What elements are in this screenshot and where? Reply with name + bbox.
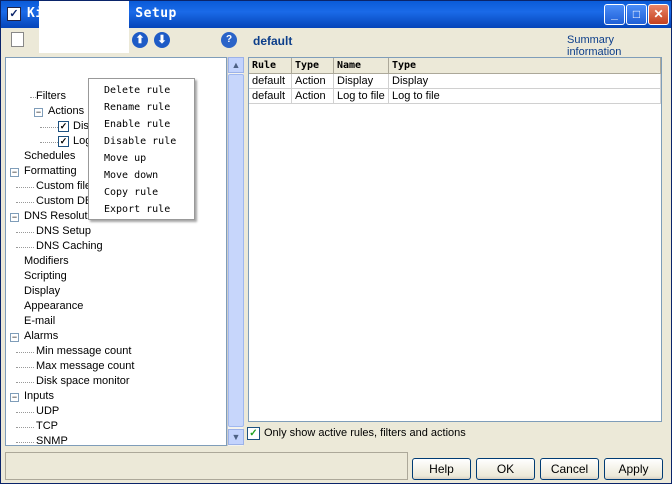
active-only-checkbox[interactable]: ✓: [247, 427, 260, 440]
menu-item-disable-rule[interactable]: Disable rule: [104, 134, 176, 150]
tree-item-disk-space-monitor[interactable]: Disk space monitor: [36, 374, 130, 389]
tree-item-max-message-count[interactable]: Max message count: [36, 359, 134, 374]
collapse-icon[interactable]: −: [10, 333, 19, 342]
help-button[interactable]: Help: [412, 458, 471, 480]
ok-button[interactable]: OK: [476, 458, 535, 480]
checkbox-display[interactable]: ✓: [58, 121, 69, 132]
tree-item-appearance[interactable]: Appearance: [24, 299, 83, 314]
tree-item-display[interactable]: Display: [24, 284, 60, 299]
table-cell: Display: [389, 74, 661, 89]
table-cell: Action: [292, 74, 334, 89]
tree-item-schedules[interactable]: Schedules: [24, 149, 75, 164]
tree-item-display-action[interactable]: Dis: [73, 119, 89, 134]
tree-item-formatting[interactable]: Formatting: [24, 164, 77, 179]
menu-item-rename-rule[interactable]: Rename rule: [104, 100, 170, 116]
menu-item-move-down[interactable]: Move down: [104, 168, 158, 184]
collapse-icon[interactable]: −: [10, 168, 19, 177]
status-bar: [5, 452, 408, 480]
tree-item-actions[interactable]: Actions: [48, 104, 84, 119]
tree-item-modifiers[interactable]: Modifiers: [24, 254, 69, 269]
tree-item-alarms[interactable]: Alarms: [24, 329, 58, 344]
table-cell: Log to file: [389, 89, 661, 104]
scroll-up-icon[interactable]: ▲: [228, 57, 244, 73]
checkbox-log-to-file[interactable]: ✓: [58, 136, 69, 147]
tree-item-scripting[interactable]: Scripting: [24, 269, 67, 284]
cancel-button[interactable]: Cancel: [540, 458, 599, 480]
check-icon: ✓: [7, 7, 21, 21]
tree-item-email[interactable]: E-mail: [24, 314, 55, 329]
summary-information-link[interactable]: Summary information: [567, 34, 671, 58]
move-up-icon[interactable]: ⬆: [132, 32, 148, 48]
tree-item-min-message-count[interactable]: Min message count: [36, 344, 131, 359]
column-header-rule[interactable]: Rule: [249, 58, 292, 74]
minimize-button[interactable]: _: [604, 4, 625, 25]
maximize-button[interactable]: □: [626, 4, 647, 25]
help-icon[interactable]: ?: [221, 32, 237, 48]
tree-item-custom-file[interactable]: Custom file: [36, 179, 91, 194]
tree-item-custom-db[interactable]: Custom DB: [36, 194, 92, 209]
grid-header: Rule Type Name Type: [249, 58, 661, 74]
tree-item-tcp[interactable]: TCP: [36, 419, 58, 434]
redaction-box: [39, 1, 129, 53]
menu-item-move-up[interactable]: Move up: [104, 151, 146, 167]
apply-button[interactable]: Apply: [604, 458, 663, 480]
collapse-icon[interactable]: −: [10, 393, 19, 402]
tree-item-dns-caching[interactable]: DNS Caching: [36, 239, 103, 254]
scroll-thumb[interactable]: [228, 74, 244, 427]
close-button[interactable]: ✕: [648, 4, 669, 25]
tree-item-inputs[interactable]: Inputs: [24, 389, 54, 404]
setup-window: ✓ Ki og Daemon Setup _ □ ✕ ⬆ ⬇ ? default…: [0, 0, 672, 484]
new-icon[interactable]: [11, 32, 24, 47]
column-header-type-2[interactable]: Type: [389, 58, 661, 74]
menu-item-copy-rule[interactable]: Copy rule: [104, 185, 158, 201]
tree-item-snmp[interactable]: SNMP: [36, 434, 68, 445]
tree-item-udp[interactable]: UDP: [36, 404, 59, 419]
tree-item-dns-setup[interactable]: DNS Setup: [36, 224, 91, 239]
rules-grid: Rule Type Name Type default Action Displ…: [248, 57, 662, 422]
table-cell: default: [249, 74, 292, 89]
menu-item-delete-rule[interactable]: Delete rule: [104, 83, 170, 99]
table-cell: Log to file: [334, 89, 389, 104]
tree-scrollbar[interactable]: ▲ ▼: [227, 57, 244, 446]
table-cell: Display: [334, 74, 389, 89]
table-cell: default: [249, 89, 292, 104]
table-cell: Action: [292, 89, 334, 104]
tree-item-filters[interactable]: Filters: [36, 89, 66, 104]
current-rule-title: default: [253, 34, 293, 48]
move-down-icon[interactable]: ⬇: [154, 32, 170, 48]
column-header-type[interactable]: Type: [292, 58, 334, 74]
collapse-icon[interactable]: −: [10, 213, 19, 222]
column-header-name[interactable]: Name: [334, 58, 389, 74]
active-only-label[interactable]: Only show active rules, filters and acti…: [264, 427, 466, 439]
menu-item-export-rule[interactable]: Export rule: [104, 202, 170, 218]
scroll-down-icon[interactable]: ▼: [228, 429, 244, 445]
context-menu: Delete rule Rename rule Enable rule Disa…: [88, 78, 195, 220]
collapse-icon[interactable]: −: [34, 108, 43, 117]
menu-item-enable-rule[interactable]: Enable rule: [104, 117, 170, 133]
